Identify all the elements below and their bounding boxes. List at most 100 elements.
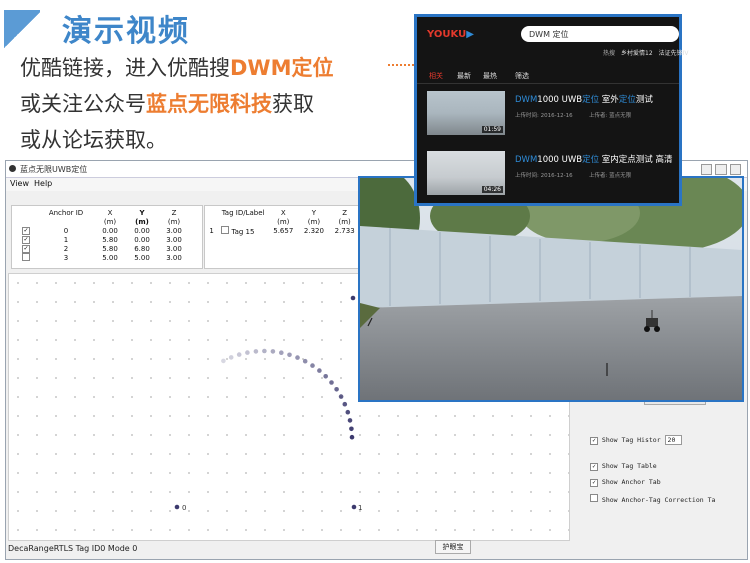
trail-point (287, 352, 292, 358)
anchor-unit-x: (m) (103, 217, 117, 226)
trail-point (253, 349, 259, 354)
trail-point (317, 368, 322, 373)
line2-prefix: 或关注公众号 (20, 92, 146, 116)
table-row: ✓ 1 5.80 0.00 3.00 (14, 235, 190, 244)
anchor-0-label: 0 (182, 504, 186, 512)
tab-filter[interactable]: 筛选 (515, 71, 529, 81)
trail-point (342, 401, 348, 407)
title-part: 室内定点测试 高清 (599, 155, 673, 165)
anchor-2-checkbox[interactable]: ✓ (22, 245, 30, 253)
anchor-x[interactable]: 5.80 (94, 244, 126, 253)
title-part: DWM (515, 155, 538, 165)
anchor-0-checkbox[interactable]: ✓ (22, 227, 30, 235)
video-date: 上传时间: 2016-12-16 (515, 113, 573, 119)
anchor-z[interactable]: 3.00 (158, 226, 190, 235)
hot-link[interactable]: 乡村爱情12 (621, 48, 653, 57)
anchor-table-panel: Anchor ID X Y Z (m) (m) (m) ✓ 0 0.00 0.0… (11, 205, 203, 269)
anchor-id: 2 (63, 244, 69, 253)
anchor-table: Anchor ID X Y Z (m) (m) (m) ✓ 0 0.00 0.0… (14, 208, 190, 263)
tag-unit-y: (m) (307, 217, 321, 226)
trail-point (295, 355, 300, 360)
demo-video-frame[interactable] (358, 176, 744, 402)
anchor-header-y: Y (139, 208, 145, 217)
tag-header-y: Y (311, 208, 317, 217)
menu-help[interactable]: Help (34, 179, 52, 188)
slide-line-2: 或关注公众号蓝点无限科技获取 (20, 88, 314, 118)
anchor-y[interactable]: 0.00 (126, 235, 158, 244)
anchor-unit-z: (m) (167, 217, 181, 226)
tag-header-label: Tag ID/Label (221, 208, 265, 217)
show-tag-history-checkbox[interactable]: ✓ (590, 437, 598, 445)
trail-point (349, 426, 354, 432)
show-tag-table-label: Show Tag Table (601, 462, 657, 470)
hot-link[interactable]: 热搜 (603, 48, 615, 57)
anchor-y[interactable]: 0.00 (126, 226, 158, 235)
tag-15-checkbox[interactable] (221, 226, 230, 234)
title-part: 定位 (582, 95, 600, 105)
eye-guard-button[interactable]: 护眼宝 (435, 540, 471, 554)
slide-line-1: 优酷链接，进入优酷搜DWM定位 (20, 52, 334, 82)
video-result-2[interactable]: 04:26 (427, 151, 505, 195)
tab-hottest[interactable]: 最热 (483, 71, 497, 81)
video-title-2[interactable]: DWM1000 UWB定位 室内定点测试 高清 (515, 153, 673, 165)
maximize-icon[interactable] (715, 164, 727, 175)
youku-search-input[interactable]: DWM 定位 (529, 29, 569, 40)
youku-search-box[interactable]: DWM 定位 (521, 26, 679, 42)
close-icon[interactable] (729, 164, 741, 175)
tab-related[interactable]: 相关 (429, 71, 443, 81)
trail-point (347, 418, 353, 423)
anchor-id: 3 (63, 254, 69, 262)
anchor-z[interactable]: 3.00 (158, 235, 190, 244)
table-row: 1 Tag 15 5.657 2.320 2.733 (205, 226, 360, 236)
anchor-y[interactable]: 5.00 (126, 253, 158, 263)
title-part: 室外 (599, 95, 619, 105)
anchor-1-label: 1 (358, 504, 362, 512)
trail-point (228, 355, 234, 360)
anchor-3-checkbox[interactable] (22, 253, 30, 261)
anchor-id: 0 (63, 226, 69, 235)
anchor-y[interactable]: 6.80 (126, 244, 158, 253)
table-row: 3 5.00 5.00 3.00 (14, 253, 190, 263)
show-tag-table-checkbox[interactable]: ✓ (590, 463, 598, 471)
hot-link[interactable]: 法证先锋IV (659, 48, 689, 57)
trail-point (236, 352, 242, 357)
show-anchor-tab-label: Show Anchor Tab (601, 478, 661, 486)
title-mark-icon (4, 10, 40, 50)
slide-title: 演示视频 (62, 14, 190, 49)
anchor-id: 1 (63, 235, 69, 244)
tag-table-panel: Tag ID/Label X Y Z (m) (m) (m) 1 Tag 15 … (204, 205, 361, 269)
line1-highlight: DWM定位 (230, 56, 334, 80)
video-duration: 04:26 (481, 186, 503, 193)
options-panel: ✓ Show Tag Histor 20 ✓ Show Tag Table ✓ … (584, 391, 739, 539)
anchor-x[interactable]: 5.80 (94, 235, 126, 244)
menu-view[interactable]: View (10, 179, 29, 188)
video-author: 上传者: 蓝点无限 (589, 173, 632, 179)
title-part: 1000 UWB (537, 95, 583, 105)
trail-point (334, 387, 339, 392)
tag-unit-z: (m) (338, 217, 351, 226)
show-anchor-tab-checkbox[interactable]: ✓ (590, 479, 598, 487)
title-part: 1000 UWB (537, 155, 583, 165)
video-result-1[interactable]: 01:59 (427, 91, 505, 135)
status-bar: DecaRangeRTLS Tag ID0 Mode 0 (8, 544, 138, 553)
anchor-x[interactable]: 5.00 (94, 253, 126, 263)
anchor-1-checkbox[interactable]: ✓ (22, 236, 30, 244)
anchor-z[interactable]: 3.00 (158, 244, 190, 253)
outdoor-scene-image (360, 178, 742, 400)
minimize-icon[interactable] (701, 164, 713, 175)
show-anchor-tag-correction-checkbox[interactable] (590, 494, 598, 502)
anchor-x[interactable]: 0.00 (94, 226, 126, 235)
tag-row-index: 1 (209, 227, 214, 235)
trail-point (279, 350, 284, 355)
tag-history-spinbox[interactable]: 20 (664, 435, 683, 445)
anchor-z[interactable]: 3.00 (158, 253, 190, 263)
tag-header-z: Z (342, 208, 348, 217)
show-tag-history-label: Show Tag Histor (601, 436, 661, 444)
trail-point (262, 348, 267, 354)
tab-newest[interactable]: 最新 (457, 71, 471, 81)
tag-unit-x: (m) (277, 217, 290, 226)
anchor-1-marker (351, 504, 357, 510)
youku-logo: YOUKU▶ (427, 29, 474, 40)
anchor-header-x: X (107, 208, 113, 217)
video-title-1[interactable]: DWM1000 UWB定位 室外定位测试 (515, 93, 653, 105)
